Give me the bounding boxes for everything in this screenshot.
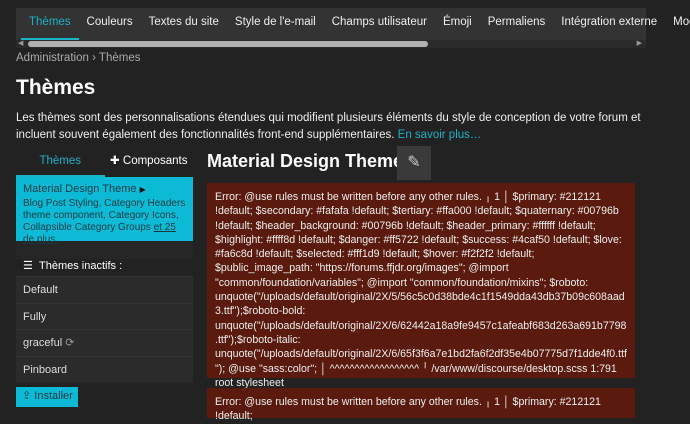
error-message-2: Error: @use rules must be written before… (207, 388, 635, 418)
theme-item-pinboard[interactable]: Pinboard (16, 356, 193, 383)
components-label: Composants (123, 155, 188, 167)
scrollbar-thumb[interactable] (28, 41, 428, 47)
description-text: Les thèmes sont des personnalisations ét… (16, 112, 641, 141)
tab-colors[interactable]: Couleurs (79, 8, 141, 40)
theme-item-graceful[interactable]: graceful ⟳ (16, 329, 193, 356)
themes-list-panel: Thèmes ✚ Composants Material Design Them… (16, 147, 193, 383)
tab-user-fields[interactable]: Champs utilisateur (324, 8, 435, 40)
error-message: Error: @use rules must be written before… (207, 183, 635, 378)
theme-item-fully[interactable]: Fully (16, 303, 193, 330)
breadcrumb-admin[interactable]: Administration (16, 52, 89, 64)
breadcrumb: Administration › Thèmes (16, 52, 140, 64)
inactive-label: Thèmes inactifs : (39, 260, 122, 272)
inactive-themes-header: ☰ Thèmes inactifs : (16, 259, 193, 276)
tab-embedding[interactable]: Intégration externe (553, 8, 665, 40)
theme-name: graceful (23, 337, 62, 349)
list-icon: ☰ (23, 260, 33, 272)
tab-themes[interactable]: Thèmes (21, 8, 79, 40)
horizontal-scrollbar[interactable]: ◀ ▶ (16, 40, 646, 48)
tab-email-style[interactable]: Style de l'e-mail (227, 8, 324, 40)
upload-icon: ⇪ (22, 390, 31, 402)
puzzle-icon: ✚ (110, 155, 123, 167)
pencil-icon: ✎ (407, 154, 420, 171)
edit-title-button[interactable]: ✎ (397, 146, 431, 180)
breadcrumb-current[interactable]: Thèmes (99, 52, 141, 64)
page-title: Thèmes (16, 76, 95, 100)
theme-item-default[interactable]: Default (16, 276, 193, 303)
sync-icon: ⟳ (65, 337, 74, 349)
tab-permalinks[interactable]: Permaliens (480, 8, 554, 40)
install-button[interactable]: ⇪ Installer (16, 387, 78, 407)
admin-nav: Thèmes Couleurs Textes du site Style de … (16, 8, 646, 48)
tab-themes-list[interactable]: Thèmes (16, 147, 105, 177)
tab-site-texts[interactable]: Textes du site (141, 8, 227, 40)
scroll-right-icon[interactable]: ▶ (637, 40, 642, 48)
install-label: Installer (34, 390, 73, 402)
selected-theme-name: Material Design Theme (23, 183, 137, 195)
theme-title: Material Design Theme (207, 151, 403, 172)
page-description: Les thèmes sont des personnalisations ét… (16, 110, 656, 144)
scroll-left-icon[interactable]: ◀ (18, 40, 23, 48)
learn-more-link[interactable]: En savoir plus… (398, 129, 482, 141)
caret-right-icon: ▶ (140, 185, 146, 194)
chevron-right-icon: › (92, 52, 96, 64)
selected-theme-item[interactable]: Material Design Theme ▶ Blog Post Stylin… (16, 177, 193, 241)
tab-emoji[interactable]: Émoji (435, 8, 480, 40)
tab-more[interactable]: Modè (665, 8, 690, 40)
tab-components[interactable]: ✚ Composants (105, 147, 194, 177)
